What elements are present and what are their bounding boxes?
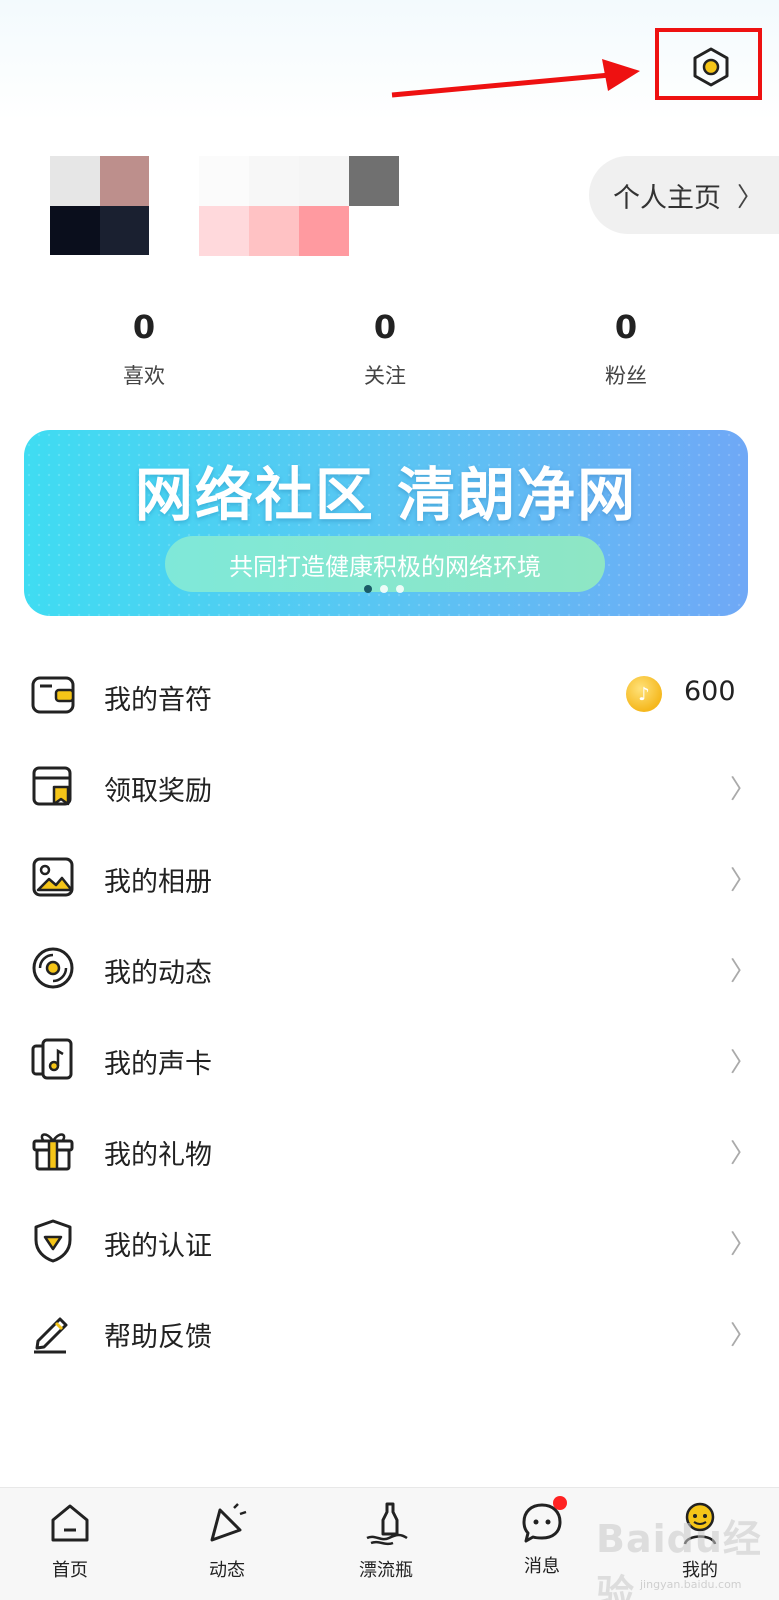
tab-drift-bottle[interactable]: 漂流瓶 xyxy=(331,1500,441,1582)
wallet-icon xyxy=(31,676,75,714)
stat-value: 0 xyxy=(373,308,397,346)
chevron-right-icon: 〉 xyxy=(730,1230,757,1260)
tab-label: 漂流瓶 xyxy=(359,1560,413,1581)
chevron-right-icon: 〉 xyxy=(730,957,757,987)
tab-label: 消息 xyxy=(524,1556,560,1577)
promo-banner[interactable]: 网络社区 清朗净网 共同打造健康积极的网络环境 xyxy=(24,430,748,616)
unread-badge xyxy=(553,1496,567,1510)
music-card-icon xyxy=(31,1038,73,1080)
chevron-right-icon: 〉 xyxy=(730,1048,757,1078)
personal-homepage-label: 个人主页 xyxy=(613,182,721,214)
stat-label: 粉丝 xyxy=(605,364,647,388)
bottle-icon xyxy=(366,1502,408,1546)
coin-balance: 600 xyxy=(684,676,736,707)
personal-homepage-button[interactable]: 个人主页 〉 xyxy=(589,156,779,234)
menu-item-my-verification[interactable]: 我的认证 〉 xyxy=(0,1196,779,1288)
menu-item-label: 我的礼物 xyxy=(104,1140,212,1171)
nickname-mosaic xyxy=(199,156,399,256)
chevron-right-icon: 〉 xyxy=(737,182,764,213)
banner-pager xyxy=(364,585,404,593)
menu-item-label: 我的声卡 xyxy=(104,1049,212,1080)
pager-dot-active[interactable] xyxy=(364,585,372,593)
coin-icon: ♪ xyxy=(626,676,662,712)
party-icon xyxy=(210,1503,247,1542)
menu-item-label: 我的动态 xyxy=(104,958,212,989)
annotation-highlight-box xyxy=(655,28,762,100)
tab-label: 动态 xyxy=(209,1560,245,1581)
menu-item-help-feedback[interactable]: 帮助反馈 〉 xyxy=(0,1287,779,1379)
tab-messages[interactable]: 消息 xyxy=(487,1496,597,1578)
stat-fans[interactable]: 0 粉丝 xyxy=(566,308,686,390)
tab-moments[interactable]: 动态 xyxy=(172,1500,282,1582)
reward-icon xyxy=(32,766,72,806)
annotation-arrow xyxy=(391,59,640,98)
stat-label: 关注 xyxy=(364,364,406,388)
chevron-right-icon: 〉 xyxy=(730,1139,757,1169)
banner-title: 网络社区 清朗净网 xyxy=(134,461,638,529)
pager-dot[interactable] xyxy=(396,585,404,593)
menu-item-my-voice-card[interactable]: 我的声卡 〉 xyxy=(0,1014,779,1106)
menu-item-claim-rewards[interactable]: 领取奖励 〉 xyxy=(0,741,779,833)
avatar[interactable] xyxy=(50,156,149,255)
menu-item-my-notes[interactable]: 我的音符 ♪ 600 xyxy=(0,650,779,742)
shield-check-icon xyxy=(34,1219,72,1263)
banner-subtitle: 共同打造健康积极的网络环境 xyxy=(229,552,541,581)
menu-item-label: 帮助反馈 xyxy=(104,1322,212,1353)
pager-dot[interactable] xyxy=(380,585,388,593)
stat-label: 喜欢 xyxy=(123,364,165,388)
menu-item-label: 我的音符 xyxy=(104,685,212,716)
tab-home[interactable]: 首页 xyxy=(15,1500,125,1582)
menu-item-my-gifts[interactable]: 我的礼物 〉 xyxy=(0,1105,779,1197)
stat-value: 0 xyxy=(614,308,638,346)
chevron-right-icon: 〉 xyxy=(730,1321,757,1351)
home-icon xyxy=(51,1504,89,1542)
menu-item-label: 我的相册 xyxy=(104,867,212,898)
tab-label: 首页 xyxy=(52,1560,88,1581)
stat-following[interactable]: 0 关注 xyxy=(325,308,445,390)
pencil-icon xyxy=(34,1317,68,1354)
menu-item-label: 领取奖励 xyxy=(104,776,212,807)
photo-album-icon xyxy=(32,857,74,897)
baidu-watermark-url: jingyan.baidu.com xyxy=(640,1578,742,1591)
gift-icon xyxy=(32,1133,74,1171)
banner-subtitle-pill: 共同打造健康积极的网络环境 xyxy=(165,536,605,592)
menu-item-my-moments[interactable]: 我的动态 〉 xyxy=(0,923,779,1015)
menu-item-label: 我的认证 xyxy=(104,1231,212,1262)
stat-likes[interactable]: 0 喜欢 xyxy=(84,308,204,390)
stat-value: 0 xyxy=(132,308,156,346)
menu-item-my-album[interactable]: 我的相册 〉 xyxy=(0,832,779,924)
chevron-right-icon: 〉 xyxy=(730,775,757,805)
chevron-right-icon: 〉 xyxy=(730,866,757,896)
vinyl-disc-icon xyxy=(32,947,74,989)
